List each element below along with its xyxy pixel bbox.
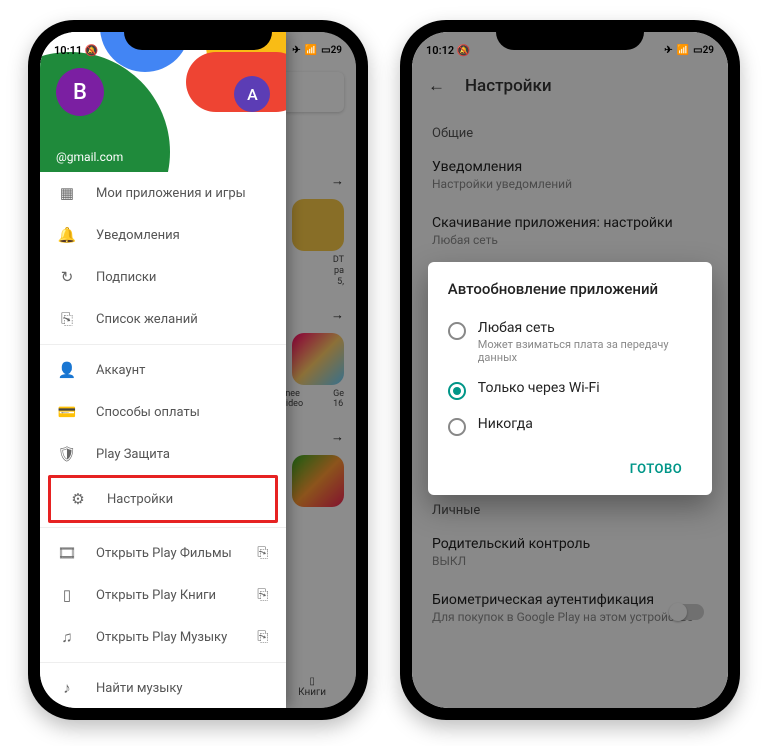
radio-icon (448, 382, 466, 400)
radio-option[interactable]: Никогда (448, 408, 692, 444)
menu-label: Play Защита (96, 447, 268, 462)
radio-option[interactable]: Любая сеть Может взиматься плата за пере… (448, 312, 692, 372)
done-button[interactable]: ГОТОВО (620, 454, 692, 485)
account-email: @gmail.com (56, 150, 123, 164)
drawer-item[interactable]: ↻ Подписки (40, 256, 286, 298)
menu-icon: 🛡 (58, 445, 76, 463)
menu-icon: ⎘ (58, 310, 76, 328)
battery-icon: ▭29 (321, 45, 342, 56)
caret-down-icon: ▼ (261, 152, 271, 163)
drawer-item[interactable]: 💳 Способы оплаты (40, 391, 286, 433)
battery-label: 29 (703, 45, 714, 56)
menu-label: Уведомления (96, 228, 268, 243)
screen-left: 10:11 🔕 ✈ 📶 ▭29 н Вы → DT pa 5, (40, 32, 356, 708)
menu-label: Подписки (96, 270, 268, 285)
menu-icon: ↻ (58, 268, 76, 286)
bell-icon: 🔕 (457, 44, 471, 57)
menu-label: Аккаунт (96, 363, 268, 378)
drawer-menu: ▦ Мои приложения и игры 🔔 Уведомления ↻ … (40, 172, 286, 708)
menu-label: Список желаний (96, 312, 268, 327)
wifi-icon: 📶 (677, 45, 689, 56)
radio-label: Только через Wi-Fi (478, 380, 600, 396)
status-time: 10:11 🔕 (54, 44, 99, 57)
status-right: ✈ 📶 ▭29 (292, 45, 342, 56)
open-external-icon: ⎘ (257, 629, 268, 645)
menu-label: Открыть Play Фильмы (96, 546, 237, 561)
dialog-title: Автообновление приложений (448, 280, 692, 298)
bell-icon: 🔕 (85, 44, 99, 57)
divider (40, 527, 286, 528)
menu-label: Настройки (107, 492, 257, 507)
radio-label: Никогда (478, 416, 533, 432)
notch (124, 20, 272, 50)
divider (40, 662, 286, 663)
menu-icon: 👤 (58, 361, 76, 379)
menu-label: Способы оплаты (96, 405, 268, 420)
phone-right: 10:12 🔕 ✈ 📶 ▭29 ← Настройки Общие Уведом… (400, 20, 740, 720)
status-time: 10:12 🔕 (426, 44, 471, 57)
menu-label: Открыть Play Книги (96, 588, 237, 603)
radio-label: Любая сеть (478, 320, 692, 336)
drawer-item[interactable]: ⚙ Настройки (51, 478, 275, 520)
screen-right: 10:12 🔕 ✈ 📶 ▭29 ← Настройки Общие Уведом… (412, 32, 728, 708)
menu-icon: ⚙ (69, 490, 87, 508)
menu-label: Мои приложения и игры (96, 186, 268, 201)
status-time-text: 10:12 (426, 44, 454, 57)
highlight-settings: ⚙ Настройки (48, 475, 278, 523)
menu-icon: 🔔 (58, 226, 76, 244)
account-switcher[interactable]: @gmail.com ▼ (40, 150, 286, 164)
menu-icon: ▦ (58, 184, 76, 202)
auto-update-dialog: Автообновление приложений Любая сеть Мож… (428, 262, 712, 495)
drawer-item[interactable]: 🛡 Play Защита (40, 433, 286, 475)
radio-option[interactable]: Только через Wi-Fi (448, 372, 692, 408)
wifi-icon: 📶 (305, 45, 317, 56)
avatar-primary[interactable]: B (56, 68, 104, 116)
battery-icon: ▭29 (693, 45, 714, 56)
notch (496, 20, 644, 50)
drawer-item[interactable]: ⎘ Список желаний (40, 298, 286, 340)
menu-icon: 🎞 (58, 544, 76, 562)
dialog-actions: ГОТОВО (448, 444, 692, 485)
radio-icon (448, 418, 466, 436)
status-right: ✈ 📶 ▭29 (664, 45, 714, 56)
open-external-icon: ⎘ (257, 587, 268, 603)
drawer-item[interactable]: ▯ Открыть Play Книги ⎘ (40, 574, 286, 616)
drawer-item[interactable]: 👤 Аккаунт (40, 349, 286, 391)
nav-drawer: B A @gmail.com ▼ ▦ Мои приложения и игры… (40, 32, 286, 708)
drawer-item[interactable]: ▦ Мои приложения и игры (40, 172, 286, 214)
radio-icon (448, 322, 466, 340)
menu-icon: ♪ (58, 679, 76, 697)
battery-label: 29 (331, 45, 342, 56)
radio-sublabel: Может взиматься плата за передачу данных (478, 338, 692, 364)
status-time-text: 10:11 (54, 44, 82, 57)
dim-overlay[interactable] (286, 32, 356, 708)
airplane-icon: ✈ (664, 45, 672, 56)
drawer-item[interactable]: ♫ Открыть Play Музыку ⎘ (40, 616, 286, 658)
menu-label: Найти музыку (96, 681, 268, 696)
drawer-item[interactable]: ♪ Найти музыку (40, 667, 286, 708)
menu-icon: 💳 (58, 403, 76, 421)
menu-label: Открыть Play Музыку (96, 630, 237, 645)
menu-icon: ♫ (58, 628, 76, 646)
open-external-icon: ⎘ (257, 545, 268, 561)
menu-icon: ▯ (58, 586, 76, 604)
drawer-item[interactable]: 🎞 Открыть Play Фильмы ⎘ (40, 532, 286, 574)
drawer-item[interactable]: 🔔 Уведомления (40, 214, 286, 256)
divider (40, 344, 286, 345)
phone-left: 10:11 🔕 ✈ 📶 ▭29 н Вы → DT pa 5, (28, 20, 368, 720)
airplane-icon: ✈ (292, 45, 300, 56)
